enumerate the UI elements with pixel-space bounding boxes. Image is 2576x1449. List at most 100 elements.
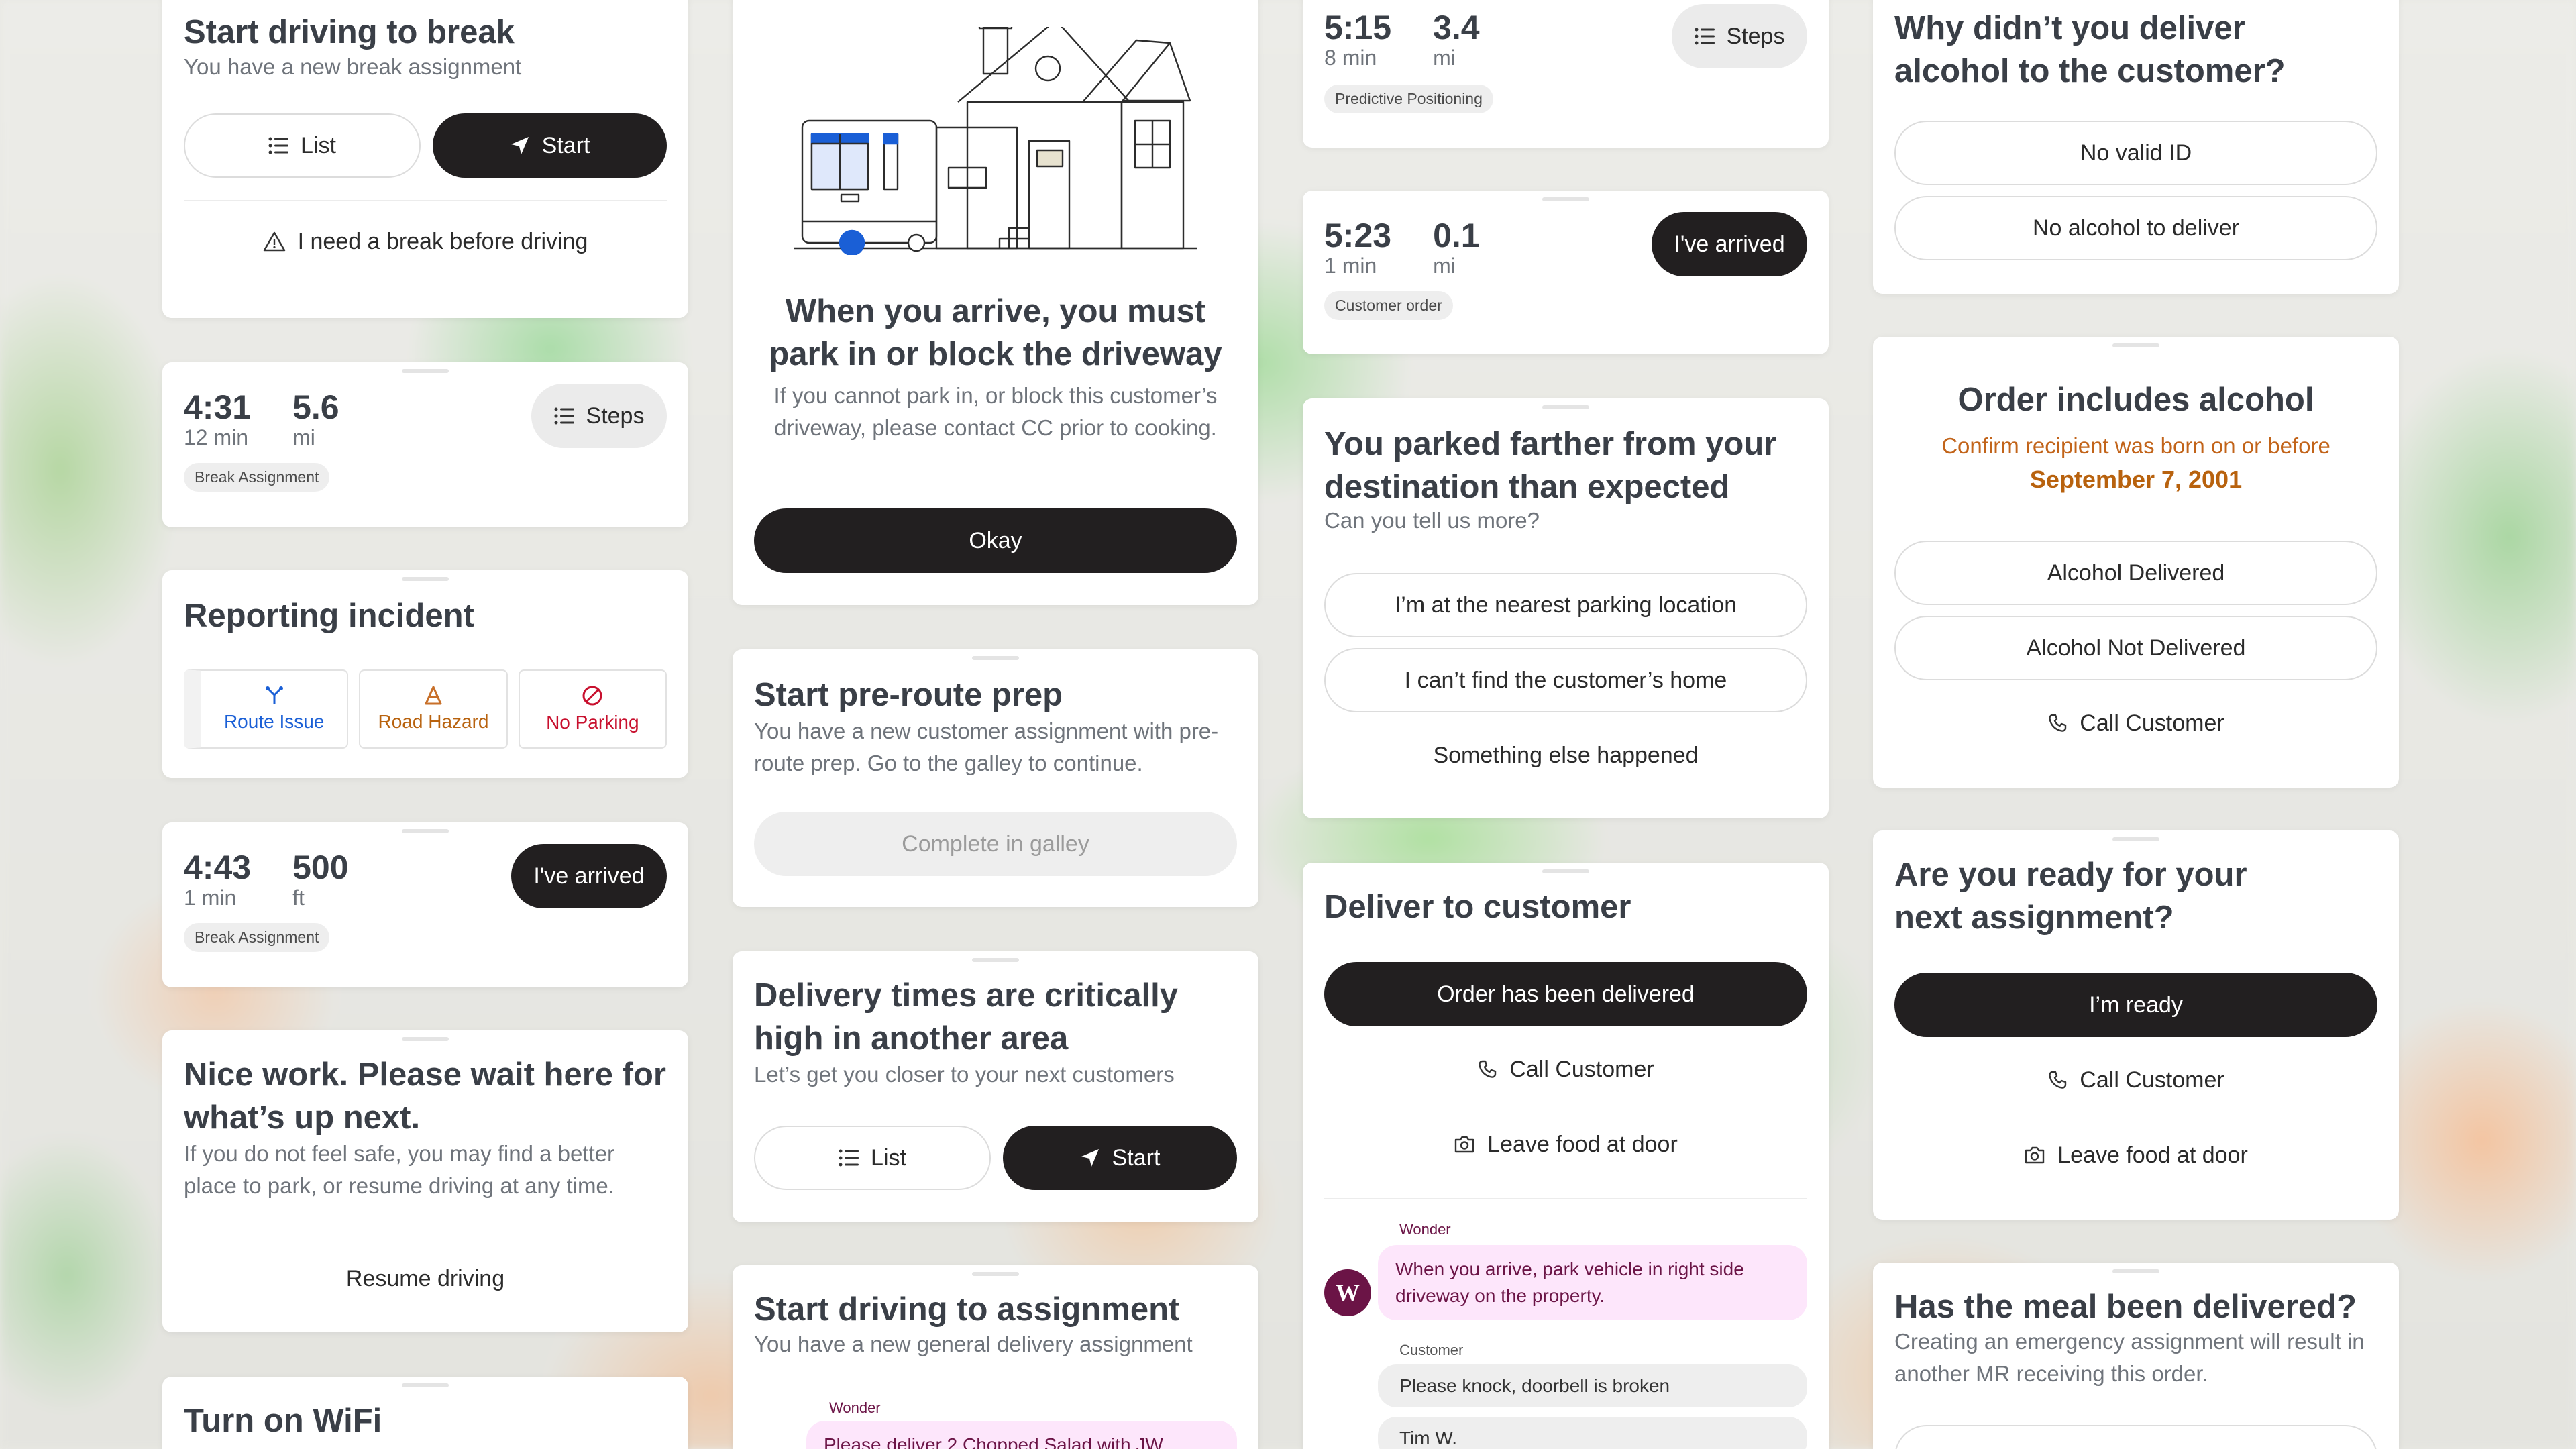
- card-title: Start driving to assignment: [754, 1291, 1180, 1328]
- call-customer-label: Call Customer: [1509, 1056, 1654, 1082]
- road-hazard-label: Road Hazard: [378, 711, 489, 732]
- drag-handle[interactable]: [402, 829, 449, 833]
- distance-value: 3.4: [1433, 9, 1480, 46]
- parked-far-card: You parked farther from your destination…: [1303, 398, 1829, 818]
- hazard-cone-icon: [423, 686, 444, 706]
- break-before-driving-button[interactable]: I need a break before driving: [184, 209, 667, 274]
- distance-value: 500: [292, 849, 349, 886]
- card-title: Start driving to break: [184, 14, 515, 50]
- card-title: Order includes alcohol: [1957, 382, 2314, 418]
- start-button[interactable]: Start: [1003, 1126, 1237, 1190]
- no-parking-button[interactable]: No Parking: [518, 669, 667, 749]
- steps-label: Steps: [1726, 23, 1785, 49]
- drag-handle[interactable]: [2112, 343, 2159, 347]
- road-hazard-button[interactable]: Road Hazard: [359, 669, 508, 749]
- order-delivered-button[interactable]: Order has been delivered: [1324, 962, 1807, 1026]
- phone-icon: [1477, 1059, 1497, 1079]
- card-body: If you do not feel safe, you may find a …: [184, 1141, 615, 1198]
- cannot-find-home-option[interactable]: I can’t find the customer’s home: [1324, 648, 1807, 712]
- no-parking-icon: [582, 685, 603, 706]
- distance-value: 0.1: [1433, 217, 1480, 254]
- drag-handle[interactable]: [402, 369, 449, 373]
- distance-unit: mi: [1433, 254, 1456, 278]
- alcohol-order-card: Order includes alcohol Confirm recipient…: [1873, 337, 2399, 788]
- drag-handle[interactable]: [2112, 837, 2159, 841]
- drag-handle[interactable]: [402, 1383, 449, 1387]
- divider: [1324, 1198, 1807, 1199]
- distance-value: 5.6: [292, 388, 339, 426]
- distance-unit: mi: [1433, 46, 1456, 70]
- call-customer-button[interactable]: Call Customer: [1324, 1037, 1807, 1102]
- customer-name-bubble: Tim W.: [1378, 1417, 1807, 1449]
- okay-button[interactable]: Okay: [754, 508, 1237, 573]
- drag-handle[interactable]: [402, 1037, 449, 1041]
- break-before-driving-label: I need a break before driving: [297, 228, 588, 254]
- navigation-eta-card: 4:43 1 min 500 ft Break Assignment I've …: [162, 822, 688, 987]
- phone-icon: [2047, 713, 2068, 733]
- call-customer-button[interactable]: Call Customer: [1894, 691, 2377, 755]
- complete-in-galley-button[interactable]: Complete in galley: [754, 812, 1237, 876]
- drag-handle[interactable]: [402, 577, 449, 581]
- delivery-times-card: Delivery times are critically high in an…: [733, 951, 1258, 1222]
- assignment-tag: Break Assignment: [184, 923, 330, 952]
- phone-icon: [2047, 1070, 2068, 1090]
- card-title: Has the meal been delivered?: [1894, 1289, 2357, 1325]
- eta-duration: 1 min: [1324, 254, 1377, 278]
- list-button[interactable]: List: [184, 113, 421, 178]
- steps-button[interactable]: Steps: [1672, 4, 1807, 68]
- eta-time: 4:31: [184, 388, 252, 426]
- message-sender: Customer: [1399, 1342, 1464, 1358]
- leave-food-button[interactable]: Leave food at door: [1324, 1112, 1807, 1177]
- eta-duration: 1 min: [184, 885, 237, 910]
- drag-handle[interactable]: [972, 958, 1019, 962]
- card-subtitle: Let’s get you closer to your next custom…: [754, 1062, 1175, 1087]
- card-subtitle: Can you tell us more?: [1324, 508, 1540, 533]
- wait-here-card: Nice work. Please wait here for what’s u…: [162, 1030, 688, 1332]
- alcohol-delivered-button[interactable]: Alcohol Delivered: [1894, 541, 2377, 605]
- warning-icon: [263, 231, 286, 252]
- something-else-button[interactable]: Something else happened: [1324, 723, 1807, 788]
- steps-button[interactable]: Steps: [531, 384, 667, 448]
- drag-handle[interactable]: [972, 1272, 1019, 1276]
- route-issue-button[interactable]: Route Issue: [184, 669, 349, 749]
- confirm-text: Confirm recipient was born on or before: [1941, 433, 2330, 458]
- drag-handle[interactable]: [1542, 197, 1589, 201]
- card-subtitle: You have a new general delivery assignme…: [754, 1332, 1193, 1356]
- drag-handle[interactable]: [1542, 405, 1589, 409]
- eta-time: 5:15: [1324, 9, 1392, 46]
- pre-route-prep-card: Start pre-route prep You have a new cust…: [733, 649, 1258, 907]
- resume-driving-button[interactable]: Resume driving: [184, 1246, 667, 1311]
- eta-time: 5:23: [1324, 217, 1392, 254]
- arrived-button[interactable]: I've arrived: [1652, 212, 1807, 276]
- list-button[interactable]: List: [754, 1126, 991, 1190]
- drag-handle[interactable]: [1542, 869, 1589, 873]
- drag-handle[interactable]: [2112, 1269, 2159, 1273]
- message-bubble: Please deliver 2 Chopped Salad with JW..…: [806, 1421, 1237, 1449]
- divider: [184, 200, 667, 201]
- house-illustration: [794, 19, 1197, 256]
- message-sender: Wonder: [829, 1399, 881, 1416]
- card-body: If you cannot park in, or block this cus…: [773, 383, 1218, 440]
- start-button[interactable]: Start: [433, 113, 667, 178]
- list-icon: [554, 407, 574, 425]
- alcohol-not-delivered-button[interactable]: Alcohol Not Delivered: [1894, 616, 2377, 680]
- call-customer-button[interactable]: Call Customer: [1894, 1048, 2377, 1112]
- nearest-parking-option[interactable]: I’m at the nearest parking location: [1324, 573, 1807, 637]
- leave-food-button[interactable]: Leave food at door: [1894, 1123, 2377, 1187]
- card-title: Why didn’t you deliver alcohol to the cu…: [1894, 10, 2286, 89]
- ready-button[interactable]: I’m ready: [1894, 973, 2377, 1037]
- card-title: Are you ready for your next assignment?: [1894, 857, 2247, 936]
- card-title: Reporting incident: [184, 598, 474, 634]
- card-title: You parked farther from your destination…: [1324, 426, 1777, 505]
- break-start-card: Start driving to break You have a new br…: [162, 0, 688, 318]
- no-valid-id-option[interactable]: No valid ID: [1894, 121, 2377, 185]
- start-label: Start: [1112, 1144, 1161, 1171]
- card-title: Deliver to customer: [1324, 889, 1631, 925]
- navigation-arrow-icon: [1080, 1148, 1100, 1168]
- no-alcohol-option[interactable]: No alcohol to deliver: [1894, 196, 2377, 260]
- wonder-avatar-letter: W: [1336, 1279, 1360, 1306]
- arrived-button[interactable]: I've arrived: [511, 844, 667, 908]
- option-button[interactable]: [1894, 1425, 2377, 1449]
- eta-duration: 12 min: [184, 425, 249, 449]
- drag-handle[interactable]: [972, 656, 1019, 660]
